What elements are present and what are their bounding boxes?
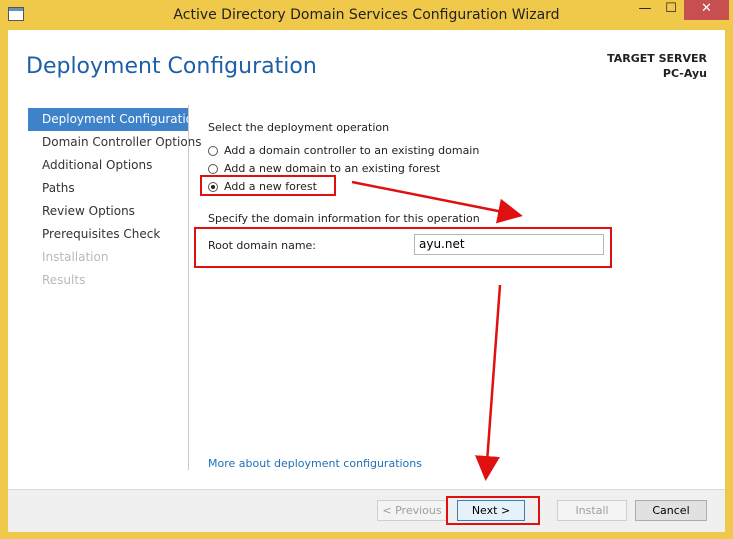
wizard-window: Active Directory Domain Services Configu… [0, 0, 733, 539]
arrow-to-next-button [474, 284, 502, 481]
arrow-to-root-domain [351, 180, 523, 224]
annotation-arrows [351, 180, 523, 481]
